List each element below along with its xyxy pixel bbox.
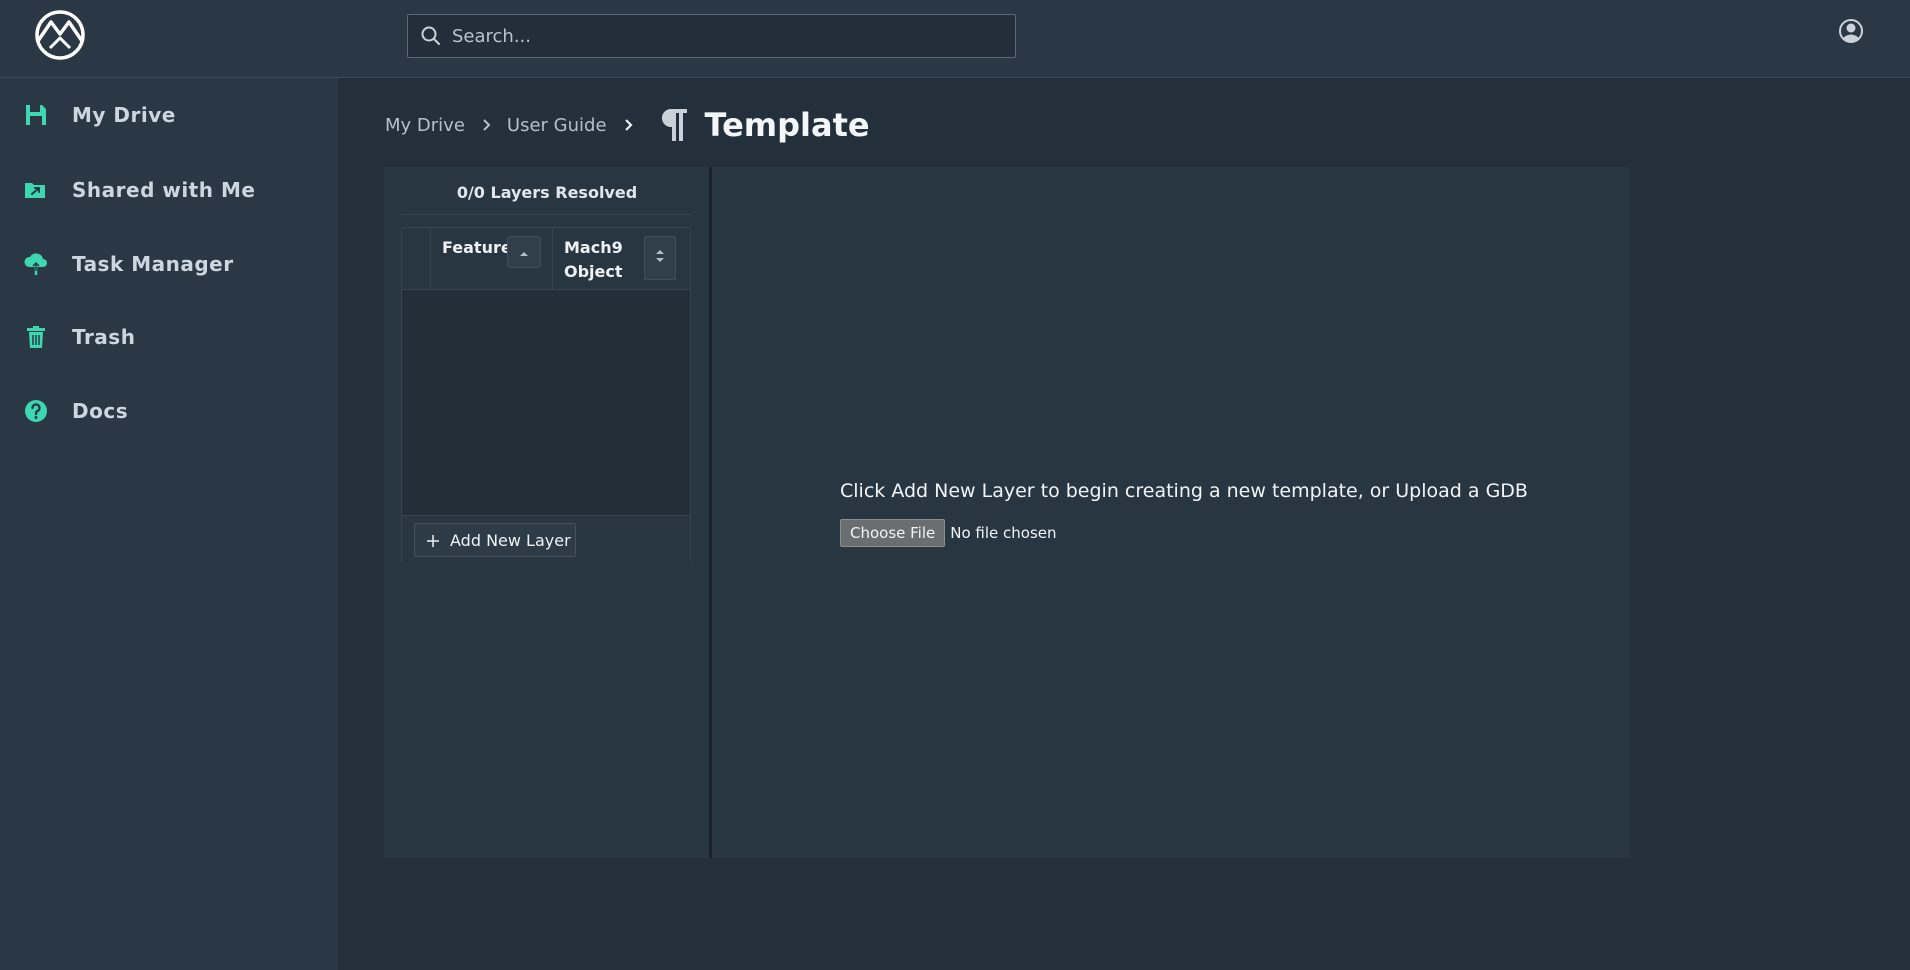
cloud-upload-icon <box>23 251 49 277</box>
page-title: Template <box>704 106 870 144</box>
chevron-right-icon <box>620 117 636 133</box>
sidebar-item-trash[interactable]: Trash <box>0 308 338 366</box>
add-new-layer-button[interactable]: Add New Layer <box>414 523 576 557</box>
layers-pane: 0/0 Layers Resolved Feature Mach9 Object <box>384 167 709 858</box>
top-header <box>0 0 1910 78</box>
breadcrumb-user-guide[interactable]: User Guide <box>507 115 607 136</box>
search-box <box>407 14 1016 58</box>
choose-file-button[interactable]: Choose File <box>840 519 946 547</box>
plus-icon <box>426 533 440 547</box>
table-header: Feature Mach9 Object <box>402 228 690 290</box>
file-status-text: No file chosen <box>950 524 1057 542</box>
template-content-pane: Click Add New Layer to begin creating a … <box>712 167 1630 858</box>
search-input[interactable] <box>442 15 1015 57</box>
breadcrumb: My Drive User Guide Template <box>385 100 870 150</box>
column-header-feature: Feature <box>431 228 553 289</box>
help-circle-icon <box>23 398 49 424</box>
select-column-header <box>402 228 431 289</box>
breadcrumb-my-drive[interactable]: My Drive <box>385 115 465 136</box>
layers-table: Feature Mach9 Object Add New Layer <box>401 227 691 563</box>
column-header-label: Feature <box>442 238 512 257</box>
sidebar-item-label: Docs <box>72 399 129 423</box>
save-disk-icon <box>23 102 49 128</box>
sidebar-item-shared-with-me[interactable]: Shared with Me <box>0 161 338 219</box>
sidebar-item-docs[interactable]: Docs <box>0 382 338 440</box>
layers-resolved-status: 0/0 Layers Resolved <box>402 181 692 215</box>
user-account-icon[interactable] <box>1838 18 1866 46</box>
trash-icon <box>23 324 49 350</box>
sort-ascending-icon <box>519 243 529 262</box>
shared-folder-icon <box>23 177 49 203</box>
column-header-mach9-object: Mach9 Object <box>553 228 690 289</box>
table-body <box>402 290 690 514</box>
empty-state-message: Click Add New Layer to begin creating a … <box>840 480 1528 502</box>
table-footer: Add New Layer <box>402 515 690 563</box>
sidebar-item-label: Shared with Me <box>72 178 256 202</box>
sidebar-item-task-manager[interactable]: Task Manager <box>0 235 338 293</box>
sidebar-item-label: Task Manager <box>72 252 234 276</box>
sidebar-item-label: My Drive <box>72 103 176 127</box>
column-header-label: Mach9 Object <box>564 238 623 281</box>
mountain-logo-icon[interactable] <box>32 8 88 62</box>
sort-mach9-object-button[interactable] <box>644 236 676 280</box>
sort-feature-button[interactable] <box>507 236 541 268</box>
sidebar-item-label: Trash <box>72 325 136 349</box>
add-new-layer-label: Add New Layer <box>450 530 571 550</box>
chevron-right-icon <box>478 117 494 133</box>
template-editor-panel: 0/0 Layers Resolved Feature Mach9 Object <box>384 167 1630 858</box>
search-icon <box>420 25 442 47</box>
gdb-file-upload: Choose File No file chosen <box>840 519 1057 547</box>
sidebar: My Drive Shared with Me Task Manager Tra… <box>0 78 338 970</box>
pilcrow-icon <box>657 107 689 143</box>
sidebar-item-my-drive[interactable]: My Drive <box>0 86 338 144</box>
sort-unsorted-icon <box>655 248 665 268</box>
